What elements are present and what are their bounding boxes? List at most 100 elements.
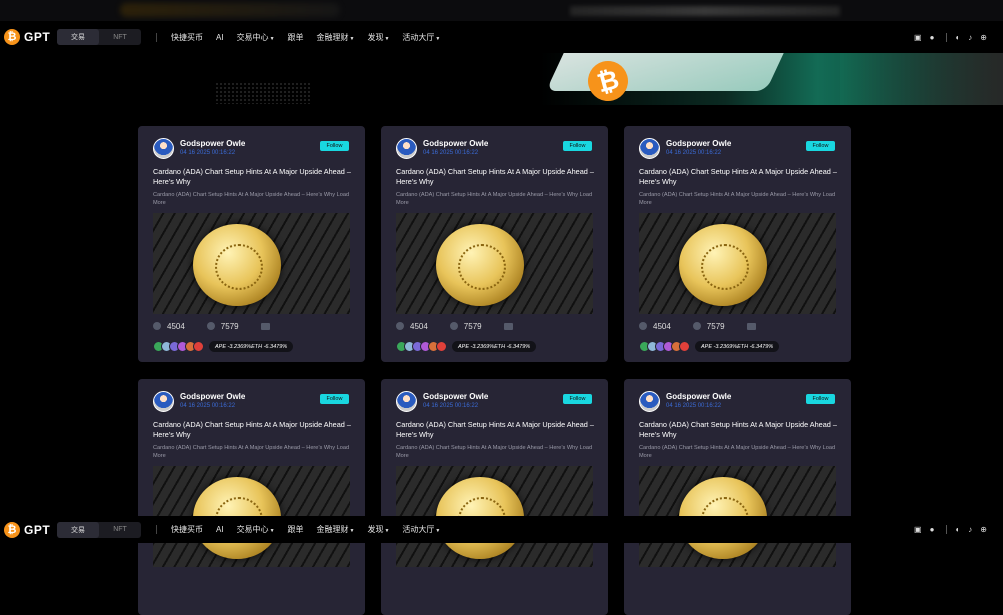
nav-item-trade-center[interactable]: 交易中心▼ (237, 32, 275, 43)
author-name[interactable]: Godspower Owle (666, 392, 731, 401)
view-icon: ◉ (449, 322, 458, 330)
avatar[interactable] (153, 138, 174, 159)
nav-menu: 快捷买币 AI 交易中心▼ 跟单 金融理财▼ 发现▼ 活动大厅▼ (171, 524, 453, 535)
author-name[interactable]: Godspower Owle (666, 139, 731, 148)
follow-button[interactable]: Follow (320, 141, 349, 151)
follow-button[interactable]: Follow (806, 141, 835, 151)
share-icon[interactable]: ⇪ (260, 322, 270, 330)
bitcoin-logo-icon: ₿ (4, 29, 20, 45)
card-title[interactable]: Cardano (ADA) Chart Setup Hints At A Maj… (639, 167, 837, 187)
price-change-tag[interactable]: APE -3.2369%ETH -6.3479% (695, 341, 780, 352)
author-name[interactable]: Godspower Owle (180, 139, 245, 148)
like-count: 4504 (653, 321, 671, 331)
price-change-tag[interactable]: APE -3.2369%ETH -6.3479% (452, 341, 537, 352)
follow-button[interactable]: Follow (563, 141, 592, 151)
nav-item-copy-trade[interactable]: 跟单 (288, 32, 304, 43)
globe-icon[interactable]: ⊕ (980, 33, 987, 42)
chevron-down-icon: ▼ (384, 528, 390, 534)
author-name[interactable]: Godspower Owle (423, 392, 488, 401)
follow-button[interactable]: Follow (320, 394, 349, 404)
headset-icon[interactable]: ◐ (955, 33, 960, 42)
view-count: 7579 (706, 321, 725, 331)
news-card[interactable]: Godspower Owle 04 16 2025 00:16:22 Follo… (624, 126, 851, 362)
nav-item-trade-center[interactable]: 交易中心▼ (237, 524, 275, 535)
like-icon[interactable]: ♥ (639, 322, 647, 330)
nav-item-ai[interactable]: AI (216, 525, 224, 534)
share-icon[interactable]: ⇪ (746, 322, 756, 330)
chevron-down-icon: ▼ (349, 35, 355, 42)
card-header: Godspower Owle 04 16 2025 00:16:22 Follo… (396, 390, 596, 412)
sticky-navbar: ₿ GPT 交易 NFT 快捷买币 AI 交易中心▼ 跟单 金融理财▼ 发现▼ … (0, 516, 1003, 543)
card-image[interactable] (153, 213, 350, 314)
news-card[interactable]: Godspower Owle 04 16 2025 00:16:22 Follo… (381, 126, 608, 362)
globe-icon[interactable]: ⊕ (980, 525, 987, 534)
card-image[interactable] (396, 213, 593, 314)
user-icon[interactable]: ● (930, 33, 935, 42)
nav-menu: 快捷买币 AI 交易中心▼ 跟单 金融理财▼ 发现▼ 活动大厅▼ (171, 32, 453, 43)
logo-text: GPT (24, 522, 51, 537)
author-name[interactable]: Godspower Owle (180, 392, 245, 401)
logo[interactable]: ₿ GPT (4, 521, 54, 538)
card-excerpt: Cardano (ADA) Chart Setup Hints At A Maj… (639, 445, 836, 459)
blurred-ticker-decoration (570, 6, 840, 16)
like-icon[interactable]: ♥ (153, 322, 161, 330)
nav-item-finance[interactable]: 金融理财▼ (317, 524, 355, 535)
user-icon[interactable]: ● (930, 525, 935, 534)
post-date: 04 16 2025 00:16:22 (180, 403, 236, 409)
headset-icon[interactable]: ◐ (955, 525, 960, 534)
avatar[interactable] (396, 138, 417, 159)
mode-tab-trade[interactable]: 交易 (57, 29, 99, 45)
news-card[interactable]: Godspower Owle 04 16 2025 00:16:22 Follo… (138, 379, 365, 615)
nav-item-ai[interactable]: AI (216, 33, 224, 42)
logo[interactable]: ₿ GPT (4, 29, 54, 45)
news-card[interactable]: Godspower Owle 04 16 2025 00:16:22 Follo… (138, 126, 365, 362)
post-date: 04 16 2025 00:16:22 (180, 150, 236, 156)
avatar[interactable] (396, 391, 417, 412)
share-icon[interactable]: ⇪ (503, 322, 513, 330)
news-card[interactable]: Godspower Owle 04 16 2025 00:16:22 Follo… (381, 379, 608, 615)
nav-item-events[interactable]: 活动大厅▼ (402, 32, 440, 43)
cardano-coin-image (193, 224, 281, 306)
nav-item-copy-trade[interactable]: 跟单 (288, 524, 304, 535)
mode-switch: 交易 NFT (57, 29, 141, 45)
card-title[interactable]: Cardano (ADA) Chart Setup Hints At A Maj… (639, 420, 837, 440)
avatar[interactable] (153, 391, 174, 412)
card-title[interactable]: Cardano (ADA) Chart Setup Hints At A Maj… (153, 167, 351, 187)
view-count: 7579 (463, 321, 482, 331)
nav-item-quick-buy[interactable]: 快捷买币 (171, 524, 203, 535)
like-icon[interactable]: ♥ (396, 322, 404, 330)
follow-button[interactable]: Follow (806, 394, 835, 404)
top-strip (0, 0, 1003, 21)
like-count: 4504 (410, 321, 428, 331)
nav-item-discover[interactable]: 发现▼ (367, 32, 389, 43)
post-date: 04 16 2025 00:16:22 (423, 150, 479, 156)
dot-pattern-decoration (215, 82, 310, 104)
avatar[interactable] (639, 391, 660, 412)
nav-item-quick-buy[interactable]: 快捷买币 (171, 32, 203, 43)
mode-tab-nft[interactable]: NFT (99, 522, 141, 538)
card-title[interactable]: Cardano (ADA) Chart Setup Hints At A Maj… (153, 420, 351, 440)
author-name[interactable]: Godspower Owle (423, 139, 488, 148)
bell-icon[interactable]: ♪ (968, 525, 972, 534)
avatar[interactable] (639, 138, 660, 159)
follow-button[interactable]: Follow (563, 394, 592, 404)
bell-icon[interactable]: ♪ (968, 33, 972, 42)
mode-tab-nft[interactable]: NFT (99, 29, 141, 45)
bitcoin-logo-icon: ₿ (4, 521, 20, 538)
post-date: 04 16 2025 00:16:22 (423, 403, 479, 409)
view-icon: ◉ (206, 322, 215, 330)
nav-item-events[interactable]: 活动大厅▼ (402, 524, 440, 535)
card-title[interactable]: Cardano (ADA) Chart Setup Hints At A Maj… (396, 167, 594, 187)
news-card[interactable]: Godspower Owle 04 16 2025 00:16:22 Follo… (624, 379, 851, 615)
wallet-icon[interactable]: ▣ (914, 33, 922, 42)
card-title[interactable]: Cardano (ADA) Chart Setup Hints At A Maj… (396, 420, 594, 440)
card-excerpt: Cardano (ADA) Chart Setup Hints At A Maj… (639, 192, 836, 206)
price-change-tag[interactable]: APE -3.2369%ETH -6.3479% (209, 341, 294, 352)
mode-tab-trade[interactable]: 交易 (57, 521, 99, 538)
card-stats: ♥ 4504 ◉ 7579 ⇪ (396, 321, 519, 331)
wallet-icon[interactable]: ▣ (914, 525, 922, 534)
card-image[interactable] (639, 213, 836, 314)
chevron-down-icon: ▼ (384, 35, 390, 42)
nav-item-discover[interactable]: 发现▼ (367, 524, 389, 535)
nav-item-finance[interactable]: 金融理财▼ (317, 32, 355, 43)
